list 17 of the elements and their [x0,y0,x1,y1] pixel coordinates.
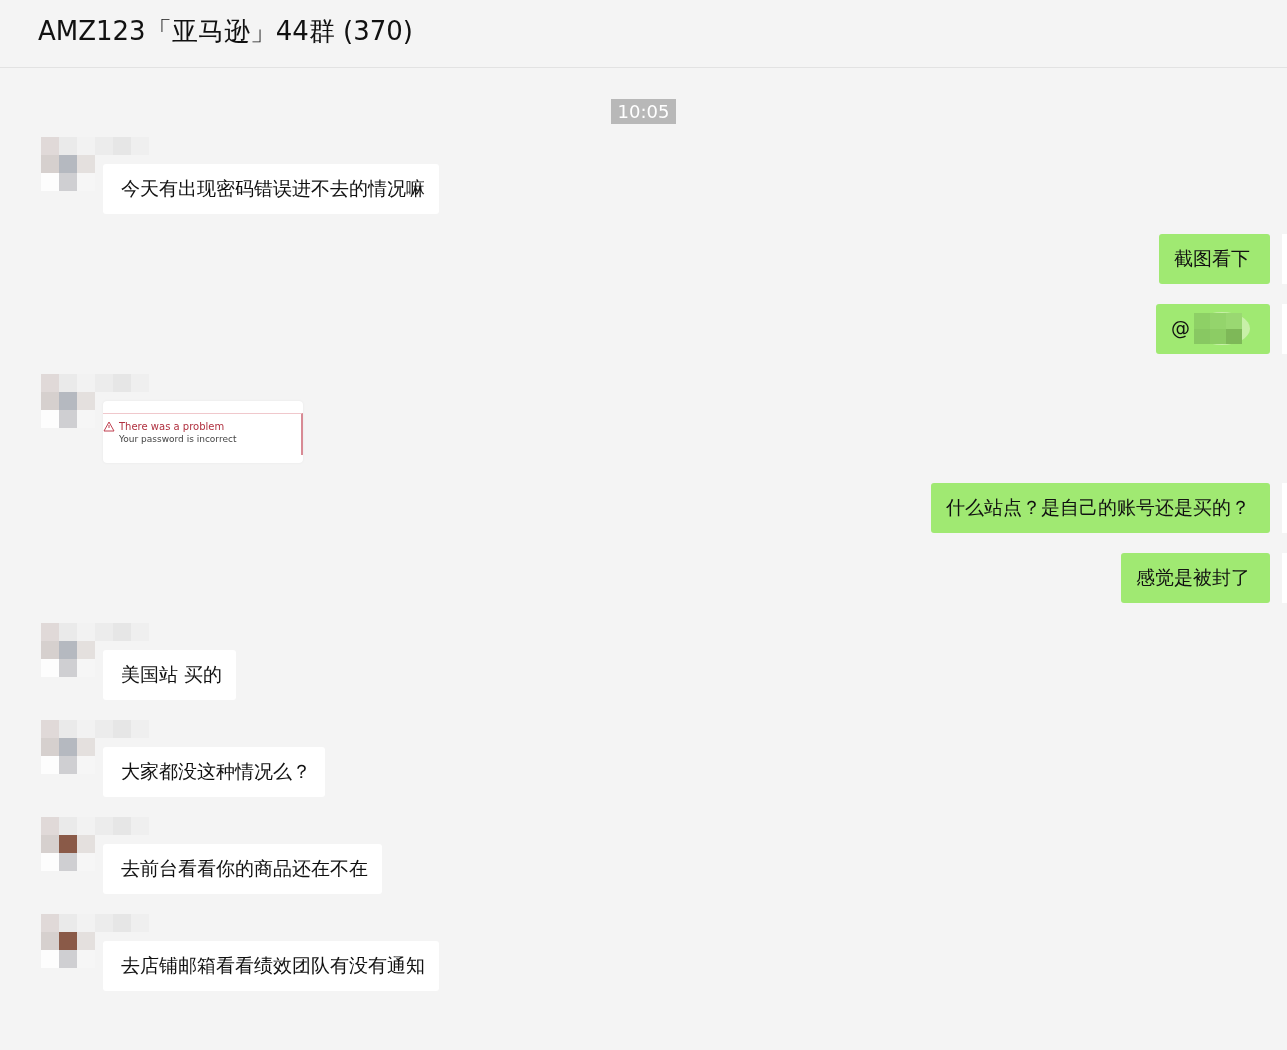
timestamp: 10:05 [610,99,677,124]
message-bubble: 截图看下 [1159,234,1270,284]
screenshot-image[interactable]: There was a problem Your password is incorrect [103,401,303,463]
message-bubble: 美国站 买的 [103,650,237,700]
avatar-mosaic[interactable] [41,914,95,968]
window-title: AMZ123「亚马逊」44群 (370) [38,15,413,48]
message-bubble: 什么站点？是自己的账号还是买的？ [931,483,1270,533]
message-bubble: 去前台看看你的商品还在不在 [103,844,382,894]
mention-bubble: @ [1156,304,1270,354]
message-bubble: 去店铺邮箱看看绩效团队有没有通知 [103,941,439,991]
avatar-mosaic[interactable] [41,817,95,871]
message-bubble: 大家都没这种情况么？ [103,747,325,797]
warning-icon [103,421,115,432]
error-message: Your password is incorrect [119,433,237,445]
error-title: There was a problem [119,421,226,433]
message-bubble: 感觉是被封了 [1121,553,1270,603]
message-bubble: 今天有出现密码错误进不去的情况嘛 [103,164,439,214]
